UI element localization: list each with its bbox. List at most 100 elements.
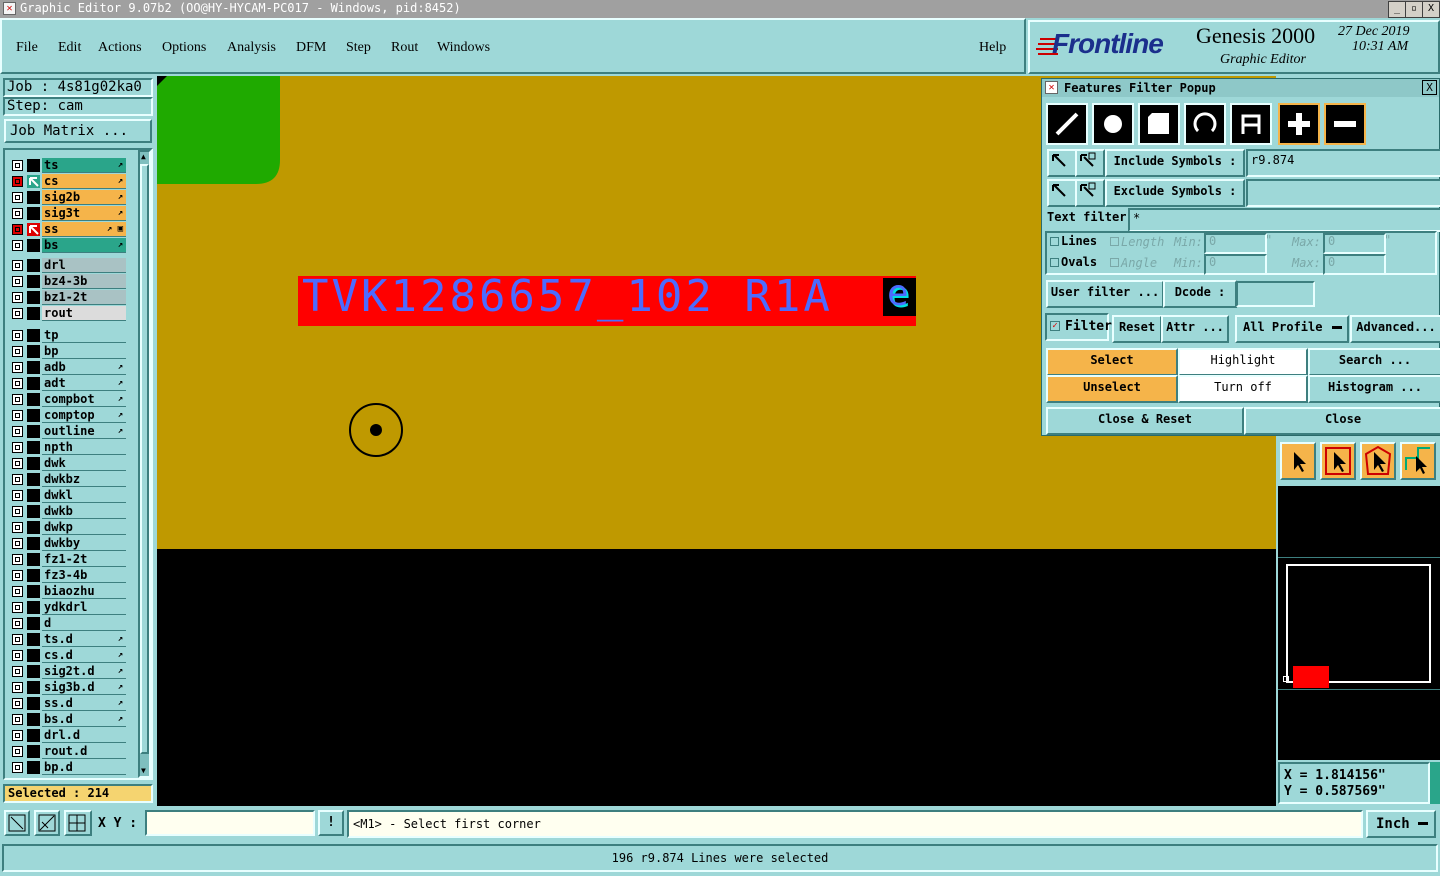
layer-status-icon[interactable] (27, 425, 40, 438)
layer-row-drl[interactable]: drl (10, 258, 126, 273)
layer-checkbox[interactable] (12, 698, 23, 709)
exclude-pick2-button[interactable] (1075, 179, 1105, 207)
dcode-button[interactable]: Dcode : (1163, 280, 1237, 308)
text-icon[interactable] (1230, 103, 1272, 145)
layer-row-npth[interactable]: npth (10, 440, 126, 455)
layer-row-adt[interactable]: adt ↗ (10, 376, 126, 391)
layer-status-icon[interactable] (27, 585, 40, 598)
layer-status-icon[interactable] (27, 361, 40, 374)
layer-row-dwk[interactable]: dwk (10, 456, 126, 471)
arc-icon[interactable] (1184, 103, 1226, 145)
surface-icon[interactable] (1138, 103, 1180, 145)
layer-status-icon[interactable] (27, 713, 40, 726)
layer-status-icon[interactable] (27, 473, 40, 486)
filter-toggle[interactable]: ✓ Filter (1045, 313, 1112, 341)
layer-checkbox[interactable] (12, 666, 23, 677)
layer-checkbox[interactable] (12, 730, 23, 741)
layer-status-icon[interactable] (27, 457, 40, 470)
scroll-down-icon[interactable]: ▼ (141, 766, 150, 776)
layer-checkbox[interactable] (12, 458, 23, 469)
layer-row-adb[interactable]: adb ↗ (10, 360, 126, 375)
layer-row-rout[interactable]: rout (10, 306, 126, 321)
layer-status-icon[interactable] (27, 729, 40, 742)
advanced-button[interactable]: Advanced... (1350, 315, 1440, 343)
layer-status-icon[interactable] (27, 259, 40, 272)
coord-scrollbar[interactable] (1430, 762, 1440, 804)
layer-row-dwkbz[interactable]: dwkbz (10, 472, 126, 487)
layer-row-bz4-3b[interactable]: bz4-3b (10, 274, 126, 289)
unselect-button[interactable]: Unselect (1046, 375, 1178, 403)
layer-status-icon[interactable] (27, 291, 40, 304)
layer-status-icon[interactable] (27, 681, 40, 694)
layer-row-rout-d[interactable]: rout.d (10, 744, 126, 759)
layer-row-dwkby[interactable]: dwkby (10, 536, 126, 551)
layer-checkbox[interactable] (12, 602, 23, 613)
layer-checkbox[interactable] (12, 746, 23, 757)
layer-status-icon[interactable] (27, 307, 40, 320)
layer-checkbox[interactable] (12, 394, 23, 405)
layer-status-icon[interactable] (27, 505, 40, 518)
layer-status-icon[interactable] (27, 569, 40, 582)
layer-row-dwkp[interactable]: dwkp (10, 520, 126, 535)
layer-status-icon[interactable] (27, 553, 40, 566)
layer-checkbox[interactable] (12, 714, 23, 725)
layer-row-bz1-2t[interactable]: bz1-2t (10, 290, 126, 305)
info-button[interactable]: ! (318, 810, 344, 836)
units-dropdown[interactable]: Inch (1366, 810, 1436, 838)
close-window-button[interactable]: X (1422, 1, 1440, 18)
layer-row-d[interactable]: d (10, 616, 126, 631)
layer-row-outline[interactable]: outline ↗ (10, 424, 126, 439)
layer-status-icon[interactable] (27, 649, 40, 662)
layer-checkbox[interactable] (12, 276, 23, 287)
layer-checkbox[interactable] (12, 762, 23, 773)
layer-checkbox[interactable] (12, 240, 23, 251)
menu-edit[interactable]: Edit (58, 40, 81, 56)
work-layer-icon[interactable] (27, 175, 40, 188)
grid-snap-button[interactable] (64, 810, 92, 836)
layer-scrollbar[interactable]: ▲ ▼ (138, 150, 151, 778)
popup-close-icon[interactable]: X (1422, 80, 1437, 95)
layer-status-icon[interactable] (27, 601, 40, 614)
layer-status-icon[interactable] (27, 191, 40, 204)
measure-button[interactable] (34, 810, 60, 836)
menu-dfm[interactable]: DFM (296, 40, 326, 56)
layer-row-comptop[interactable]: comptop ↗ (10, 408, 126, 423)
scroll-thumb[interactable] (140, 164, 149, 754)
layer-status-icon[interactable] (27, 345, 40, 358)
layer-row-tp[interactable]: tp (10, 328, 126, 343)
layer-status-icon[interactable] (27, 239, 40, 252)
turn-off-button[interactable]: Turn off (1178, 375, 1308, 403)
layer-checkbox[interactable] (12, 682, 23, 693)
layer-status-icon[interactable] (27, 537, 40, 550)
layer-status-icon[interactable] (27, 761, 40, 774)
layer-status-icon[interactable] (27, 665, 40, 678)
select-poly-tool[interactable] (1360, 442, 1396, 480)
layer-checkbox[interactable] (12, 650, 23, 661)
layer-row-sig2b[interactable]: sig2b ↗ (10, 190, 126, 205)
layer-row-cs-d[interactable]: cs.d ↗ (10, 648, 126, 663)
layer-row-drl-d[interactable]: drl.d (10, 728, 126, 743)
layer-status-icon[interactable] (27, 633, 40, 646)
layer-checkbox[interactable] (12, 378, 23, 389)
layer-checkbox[interactable] (12, 522, 23, 533)
layer-checkbox[interactable] (12, 426, 23, 437)
menu-step[interactable]: Step (346, 40, 371, 56)
layer-checkbox[interactable] (12, 554, 23, 565)
positive-icon[interactable] (1278, 103, 1320, 145)
menu-analysis[interactable]: Analysis (227, 40, 276, 56)
layer-row-bs-d[interactable]: bs.d ↗ (10, 712, 126, 727)
layer-checkbox[interactable] (12, 260, 23, 271)
user-filter-button[interactable]: User filter ... (1046, 280, 1164, 308)
pad-icon[interactable] (1092, 103, 1134, 145)
layer-checkbox[interactable] (12, 586, 23, 597)
scroll-up-icon[interactable]: ▲ (141, 152, 150, 162)
dcode-field[interactable] (1236, 281, 1315, 307)
layer-status-icon[interactable] (27, 393, 40, 406)
layer-status-icon[interactable] (27, 617, 40, 630)
xy-input[interactable] (145, 810, 315, 836)
layer-checkbox[interactable] (12, 208, 23, 219)
layer-checkbox[interactable] (12, 538, 23, 549)
layer-status-icon[interactable] (27, 697, 40, 710)
layer-checkbox[interactable] (12, 176, 23, 187)
layer-checkbox[interactable] (12, 160, 23, 171)
